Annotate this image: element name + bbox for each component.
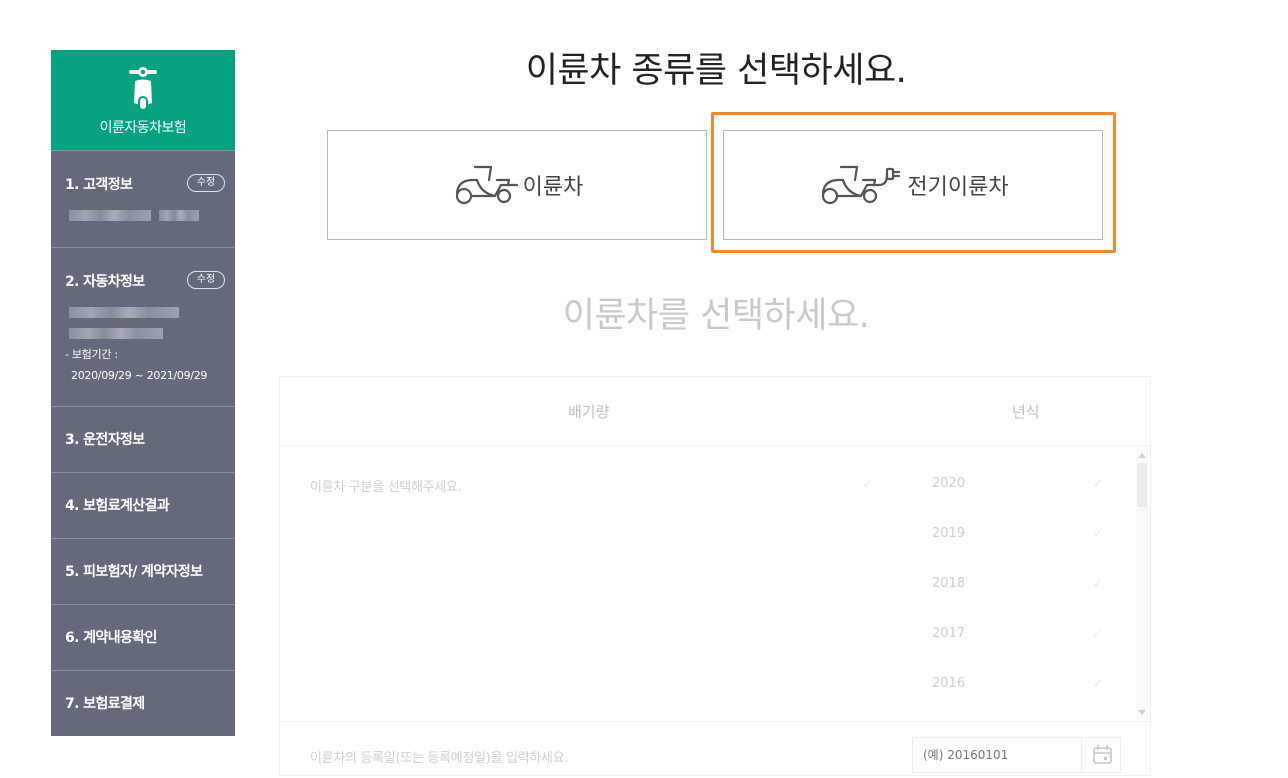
type-motorcycle-button[interactable]: 이륜차: [327, 130, 707, 240]
selection-panel: 배기량 년식 이륜차 구분을 선택해주세요. ✓ 2020 ✓ 2019 ✓ 2…: [279, 376, 1151, 776]
calendar-icon: [1093, 745, 1112, 764]
year-option[interactable]: 2019: [932, 526, 965, 541]
header-divider: [280, 445, 1150, 446]
col-year-header: 년식: [1012, 403, 1040, 421]
scroll-down-icon[interactable]: [1138, 710, 1146, 715]
check-icon: ✓: [1092, 676, 1104, 692]
scooter-outline-icon: [455, 165, 518, 205]
step-label: 5. 피보험자/ 계약자정보: [65, 564, 203, 580]
section-subtitle: 이륜차를 선택하세요.: [562, 296, 870, 336]
step-driver-info[interactable]: 3. 운전자정보: [51, 406, 235, 472]
col-displacement-header: 배기량: [568, 403, 610, 421]
step-label: 4. 보험료계산결과: [65, 498, 170, 514]
sidebar-title: 이륜자동차보험: [99, 120, 187, 136]
insurance-period-value: 2020/09/29 ~ 2021/09/29: [71, 369, 208, 382]
step-contract-review[interactable]: 6. 계약내용확인: [51, 604, 235, 670]
year-option[interactable]: 2018: [932, 576, 965, 591]
step-premium-result[interactable]: 4. 보험료계산결과: [51, 472, 235, 538]
selection-highlight: [711, 112, 1116, 253]
year-scrollbar[interactable]: [1136, 449, 1148, 719]
step-label: 3. 운전자정보: [65, 432, 145, 448]
scroll-thumb[interactable]: [1137, 463, 1147, 507]
year-option[interactable]: 2020: [932, 476, 965, 491]
step-customer-info[interactable]: 1. 고객정보 수정: [51, 150, 235, 247]
step-label: 7. 보험료결제: [65, 696, 145, 712]
edit-button[interactable]: 수정: [187, 174, 225, 192]
registration-date-label: 이륜차의 등록일(또는 등록예정일)을 입력하세요.: [310, 751, 569, 766]
step-label: 6. 계약내용확인: [65, 630, 157, 646]
step-insured-contractor[interactable]: 5. 피보험자/ 계약자정보: [51, 538, 235, 604]
masked-text: [69, 210, 151, 221]
insurance-period-label: - 보험기간 :: [65, 348, 118, 361]
type-motorcycle-label: 이륜차: [522, 175, 584, 200]
check-icon: ✓: [1092, 576, 1104, 592]
year-option[interactable]: 2017: [932, 626, 965, 641]
step-payment[interactable]: 7. 보험료결제: [51, 670, 235, 736]
check-icon: ✓: [862, 476, 874, 492]
check-icon: ✓: [1092, 626, 1104, 642]
page-title: 이륜차 종류를 선택하세요.: [525, 51, 907, 91]
year-option[interactable]: 2016: [932, 676, 965, 691]
progress-sidebar: 이륜자동차보험 1. 고객정보 수정 2. 자동차정보 수정 - 보험기간 : …: [51, 50, 235, 736]
scroll-up-icon[interactable]: [1138, 453, 1146, 458]
check-icon: ✓: [1092, 526, 1104, 542]
calendar-button[interactable]: [1081, 737, 1121, 773]
registration-date-input[interactable]: [912, 737, 1082, 773]
step-label: 1. 고객정보: [65, 177, 133, 193]
check-icon: ✓: [1092, 476, 1104, 492]
displacement-placeholder[interactable]: 이륜차 구분을 선택해주세요.: [310, 476, 462, 495]
bottom-divider: [280, 721, 1150, 722]
masked-text: [159, 210, 199, 221]
